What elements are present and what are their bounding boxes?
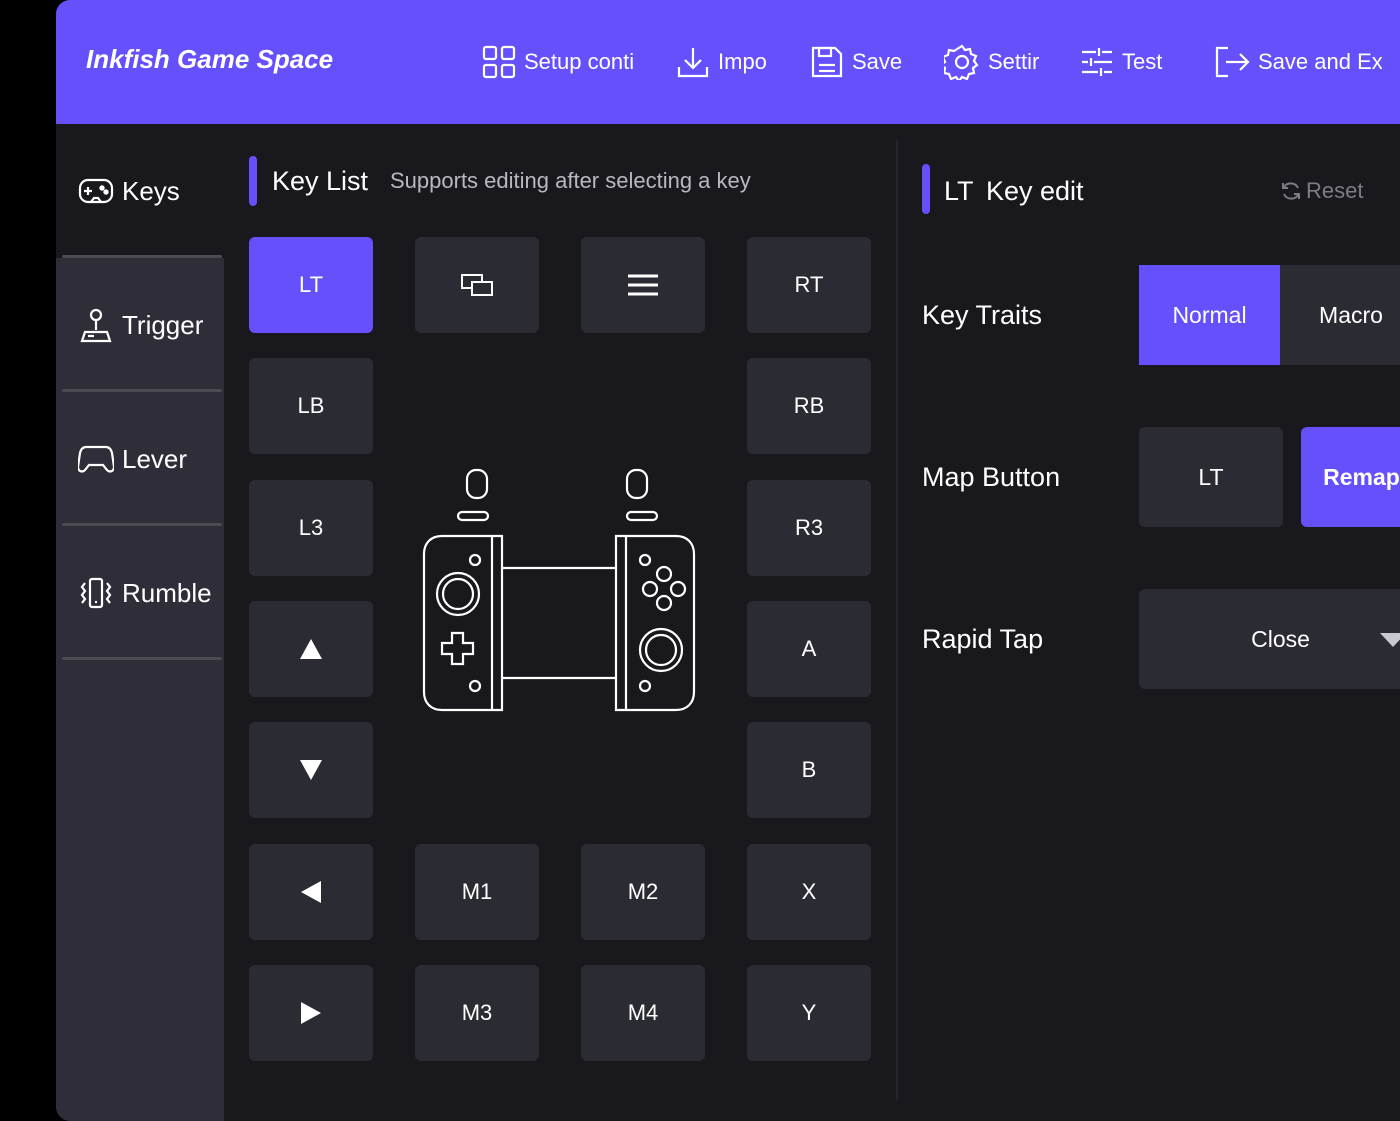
chevron-down-icon: [1380, 633, 1400, 647]
key-dpad-up[interactable]: [249, 601, 373, 697]
rapid-tap-label: Rapid Tap: [922, 624, 1044, 654]
view-icon: [461, 274, 493, 296]
remap-button[interactable]: Remap: [1301, 427, 1400, 527]
key-m4[interactable]: M4: [581, 965, 705, 1061]
arrow-left-icon: [301, 881, 321, 903]
save-and-exit-button[interactable]: Save and Exi: [1214, 40, 1382, 84]
key-list-subtitle: Supports editing after selecting a key: [390, 168, 751, 193]
divider: [62, 657, 222, 660]
rapid-tap-dropdown[interactable]: Close: [1139, 589, 1400, 689]
key-m1[interactable]: M1: [415, 844, 539, 940]
key-x[interactable]: X: [747, 844, 871, 940]
key-rb[interactable]: RB: [747, 358, 871, 454]
map-button-value[interactable]: LT: [1139, 427, 1283, 527]
key-m2[interactable]: M2: [581, 844, 705, 940]
sidebar-item-keys[interactable]: Keys: [56, 124, 224, 258]
key-lb[interactable]: LB: [249, 358, 373, 454]
import-label: Impo: [718, 49, 767, 74]
map-button-label: Map Button: [922, 462, 1061, 492]
key-edit-key: LT: [944, 176, 974, 206]
sidebar-item-label: Keys: [122, 175, 180, 206]
setup-controller-label: Setup conti: [524, 49, 635, 74]
sidebar-item-lever[interactable]: Lever: [56, 392, 224, 526]
key-edit-panel: LT Key edit Reset Key Traits Normal Macr…: [898, 124, 1400, 1121]
gamepad-icon: [78, 178, 114, 204]
test-button[interactable]: Test: [1080, 40, 1180, 84]
settings-button[interactable]: Settir: [944, 40, 1044, 84]
sidebar-item-label: Trigger: [122, 309, 204, 340]
key-menu[interactable]: [581, 237, 705, 333]
test-label: Test: [1122, 49, 1163, 74]
refresh-icon: [1282, 182, 1300, 200]
arrow-right-icon: [301, 1002, 321, 1024]
setup-controller-button[interactable]: Setup conti: [482, 40, 638, 84]
key-l3[interactable]: L3: [249, 480, 373, 576]
key-lt[interactable]: LT: [249, 237, 373, 333]
sidebar-item-label: Rumblе: [122, 577, 212, 608]
app-title: Inkfish Game Space: [86, 44, 334, 74]
sliders-icon: [1082, 48, 1112, 76]
rapid-tap-value: Close: [1251, 625, 1310, 652]
key-rt[interactable]: RT: [747, 237, 871, 333]
exit-icon: [1215, 46, 1250, 78]
save-and-exit-label: Save and Exi: [1258, 49, 1382, 74]
key-view[interactable]: [415, 237, 539, 333]
sidebar-item-trigger[interactable]: Trigger: [56, 258, 224, 392]
controller-diagram-icon: [422, 468, 696, 712]
import-button[interactable]: Impo: [676, 40, 776, 84]
key-dpad-down[interactable]: [249, 722, 373, 818]
key-y[interactable]: Y: [747, 965, 871, 1061]
reset-label: Reset: [1306, 178, 1364, 203]
key-edit-title: Key edit: [986, 176, 1084, 206]
reset-button[interactable]: Reset: [1280, 178, 1363, 204]
key-r3[interactable]: R3: [747, 480, 871, 576]
grid-icon: [482, 45, 516, 79]
key-m3[interactable]: M3: [415, 965, 539, 1061]
save-label: Save: [852, 49, 903, 74]
section-accent: [249, 156, 257, 206]
top-bar: Inkfish Game Space Setup conti Impo Save…: [56, 0, 1400, 124]
joystick-icon: [80, 308, 112, 343]
settings-label: Settir: [988, 49, 1040, 74]
key-a[interactable]: A: [747, 601, 871, 697]
gear-icon: [944, 44, 979, 80]
key-dpad-left[interactable]: [249, 844, 373, 940]
trait-macro-button[interactable]: Macro: [1280, 265, 1400, 365]
vibration-icon: [80, 577, 112, 609]
section-accent: [922, 164, 930, 214]
trait-normal-button[interactable]: Normal: [1139, 265, 1280, 365]
floppy-icon: [811, 46, 843, 78]
controller-icon: [78, 445, 114, 473]
arrow-down-icon: [300, 760, 322, 780]
key-dpad-right[interactable]: [249, 965, 373, 1061]
menu-icon: [628, 274, 658, 296]
sidebar-item-label: Lever: [122, 443, 188, 474]
download-icon: [677, 48, 709, 78]
key-list-panel: Key List Supports editing after selectin…: [224, 124, 896, 1121]
save-button[interactable]: Save: [810, 40, 910, 84]
app-window: Inkfish Game Space Setup conti Impo Save…: [56, 0, 1400, 1121]
sidebar: Keys Trigger Lever Rumblе: [56, 124, 224, 1121]
key-list-title: Key List: [272, 166, 369, 196]
key-b[interactable]: B: [747, 722, 871, 818]
key-traits-label: Key Traits: [922, 300, 1043, 330]
arrow-up-icon: [300, 639, 322, 659]
sidebar-item-rumble[interactable]: Rumblе: [56, 526, 224, 660]
